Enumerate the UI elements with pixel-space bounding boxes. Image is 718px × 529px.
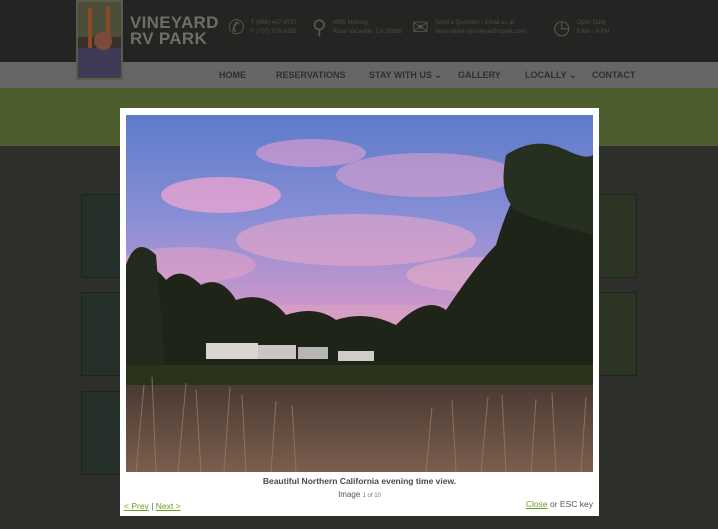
- nav-locally[interactable]: LOCALLY ⌄: [525, 70, 577, 81]
- contact-phone[interactable]: ✆ T (866) 447-8797 F (707) 678-8381: [228, 18, 297, 38]
- lightbox-photo: [126, 115, 593, 472]
- phone-line2: F (707) 678-8381: [250, 29, 298, 35]
- nav-gallery[interactable]: GALLERY: [458, 70, 501, 80]
- contact-hours: ◷ Open Daily 8 AM - 9 PM: [553, 18, 609, 38]
- lightbox-close-area: Close or ESC key: [526, 499, 593, 509]
- gallery-thumbnail[interactable]: [597, 292, 637, 376]
- location-pin-icon: ⚲: [312, 17, 327, 39]
- lightbox-counter: Image 1 of 10: [120, 490, 599, 499]
- gallery-thumbnail[interactable]: [597, 194, 637, 278]
- site-logo-text[interactable]: VINEYARD RV PARK: [130, 14, 219, 48]
- lightbox-caption: Beautiful Northern California evening ti…: [262, 476, 457, 486]
- gallery-thumbnail[interactable]: [81, 292, 121, 376]
- site-name-line2: RV PARK: [130, 29, 208, 48]
- site-logo-badge[interactable]: [76, 0, 123, 80]
- gallery-thumbnail[interactable]: [81, 391, 121, 475]
- clock-icon: ◷: [553, 17, 571, 39]
- close-link[interactable]: Close: [526, 499, 548, 509]
- phone-icon: ✆: [228, 17, 245, 39]
- hours-line2: 8 AM - 9 PM: [576, 29, 610, 35]
- gallery-thumbnail[interactable]: [81, 194, 121, 278]
- image-count: 1 of 10: [362, 493, 381, 499]
- nav-home[interactable]: HOME: [219, 70, 246, 80]
- email-line1: Send a Question / Email us at: [434, 20, 515, 26]
- phone-line1: T (866) 447-8797: [250, 20, 298, 26]
- next-link[interactable]: Next >: [156, 501, 181, 511]
- pagination-separator: |: [151, 501, 154, 511]
- lightbox-pagination: < Prev | Next >: [124, 501, 181, 511]
- prev-link[interactable]: < Prev: [124, 501, 149, 511]
- nav-contact[interactable]: CONTACT: [592, 70, 635, 80]
- address-line1: 4985 Midway: [332, 20, 369, 26]
- contact-email[interactable]: ✉ Send a Question / Email us at reservat…: [412, 18, 526, 38]
- envelope-icon: ✉: [412, 17, 429, 39]
- email-line2: reservations@vineyardrvpark.com: [434, 29, 526, 35]
- image-label: Image: [338, 490, 361, 499]
- nav-reservations[interactable]: RESERVATIONS: [276, 70, 346, 80]
- hours-line1: Open Daily: [576, 20, 607, 26]
- contact-address[interactable]: ⚲ 4985 Midway Road Vacaville, CA 95688: [312, 18, 402, 38]
- close-hint: or ESC key: [550, 499, 593, 509]
- address-line2: Road Vacaville, CA 95688: [332, 29, 402, 35]
- nav-stay-with-us[interactable]: STAY WITH US ⌄: [369, 70, 442, 81]
- lightbox-modal: Beautiful Northern California evening ti…: [120, 108, 599, 516]
